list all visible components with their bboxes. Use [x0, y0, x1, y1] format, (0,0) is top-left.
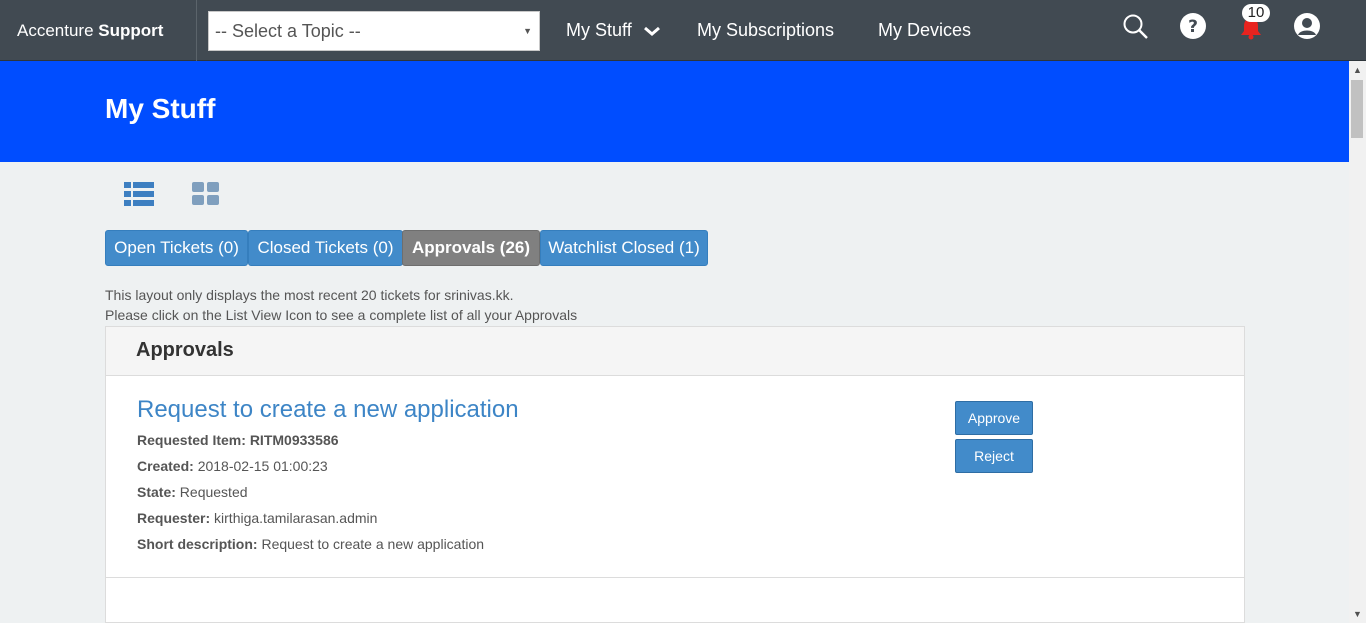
- chevron-down-icon: [643, 27, 660, 37]
- tab-closed-tickets[interactable]: Closed Tickets (0): [248, 230, 403, 266]
- field-requested-item: Requested Item: RITM0933586: [137, 432, 339, 448]
- tab-approvals[interactable]: Approvals (26): [402, 230, 540, 266]
- approval-item-title[interactable]: Request to create a new application: [137, 396, 519, 424]
- tab-open-tickets[interactable]: Open Tickets (0): [105, 230, 248, 266]
- field-created: Created: 2018-02-15 01:00:23: [137, 458, 328, 474]
- topic-select[interactable]: -- Select a Topic -- ▼: [208, 11, 540, 51]
- field-short-description: Short description: Request to create a n…: [137, 536, 485, 552]
- field-requester: Requester: kirthiga.tamilarasan.admin: [137, 510, 378, 526]
- list-view-icon[interactable]: [124, 182, 154, 206]
- nav-my-subscriptions[interactable]: My Subscriptions: [697, 0, 834, 61]
- help-icon[interactable]: ?: [1179, 12, 1207, 40]
- top-navbar: Accenture Support -- Select a Topic -- ▼…: [0, 0, 1366, 61]
- user-icon[interactable]: [1293, 12, 1321, 40]
- panel-header: Approvals: [106, 327, 1244, 376]
- reject-button[interactable]: Reject: [955, 439, 1033, 473]
- brand-logo[interactable]: Accenture Support: [0, 0, 197, 61]
- grid-view-icon[interactable]: [192, 182, 219, 206]
- approval-item: Request to create a new application Requ…: [106, 376, 1244, 578]
- search-icon[interactable]: [1121, 12, 1151, 42]
- select-caret-icon: ▼: [523, 26, 532, 36]
- notification-badge: 10: [1242, 4, 1270, 22]
- info-text-line-1: This layout only displays the most recen…: [105, 287, 514, 303]
- tab-watchlist-closed[interactable]: Watchlist Closed (1): [540, 230, 708, 266]
- approvals-panel: Approvals Request to create a new applic…: [105, 326, 1245, 623]
- info-text-line-2: Please click on the List View Icon to se…: [105, 307, 578, 323]
- nav-my-stuff[interactable]: My Stuff: [566, 0, 661, 61]
- field-state: State: Requested: [137, 484, 248, 500]
- nav-my-devices[interactable]: My Devices: [878, 0, 971, 61]
- page-title: My Stuff: [105, 93, 216, 124]
- scroll-down-icon[interactable]: ▼: [1353, 609, 1362, 619]
- svg-text:?: ?: [1188, 17, 1198, 37]
- scrollbar-thumb[interactable]: [1351, 80, 1363, 138]
- approve-button[interactable]: Approve: [955, 401, 1033, 435]
- page-scrollbar[interactable]: ▲ ▼: [1349, 61, 1366, 623]
- page-banner: My Stuff: [0, 61, 1349, 162]
- panel-title: Approvals: [136, 339, 234, 361]
- scroll-up-icon[interactable]: ▲: [1353, 65, 1362, 75]
